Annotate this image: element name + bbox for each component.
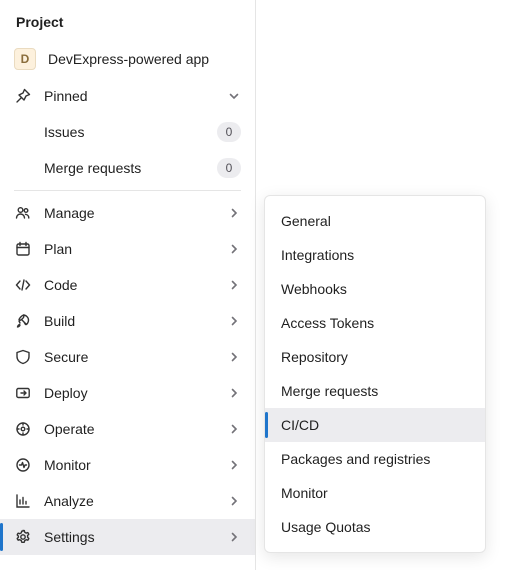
code-icon (14, 276, 32, 294)
nav-label: Settings (44, 529, 215, 545)
flyout-item-usage-quotas[interactable]: Usage Quotas (265, 510, 485, 544)
flyout-item-general[interactable]: General (265, 204, 485, 238)
settings-flyout: General Integrations Webhooks Access Tok… (264, 195, 486, 553)
nav-label: Plan (44, 241, 215, 257)
sidebar-item-settings[interactable]: Settings (0, 519, 255, 555)
project-name: DevExpress-powered app (48, 51, 241, 67)
sidebar-item-deploy[interactable]: Deploy (0, 375, 255, 411)
monitor-icon (14, 456, 32, 474)
sidebar-item-build[interactable]: Build (0, 303, 255, 339)
sidebar-item-pinned[interactable]: Pinned (0, 78, 255, 114)
shield-icon (14, 348, 32, 366)
pinned-item-label: Issues (44, 124, 205, 140)
nav-label: Operate (44, 421, 215, 437)
nav-label: Code (44, 277, 215, 293)
sidebar-item-plan[interactable]: Plan (0, 231, 255, 267)
project-selector[interactable]: D DevExpress-powered app (0, 40, 255, 78)
chevron-down-icon (227, 89, 241, 103)
sidebar-heading: Project (0, 10, 255, 40)
pin-icon (14, 87, 32, 105)
gear-icon (14, 528, 32, 546)
pinned-label: Pinned (44, 88, 215, 104)
count-badge: 0 (217, 122, 241, 142)
chevron-right-icon (227, 494, 241, 508)
nav-label: Build (44, 313, 215, 329)
flyout-item-access-tokens[interactable]: Access Tokens (265, 306, 485, 340)
sidebar-item-manage[interactable]: Manage (0, 195, 255, 231)
chevron-right-icon (227, 206, 241, 220)
sidebar-item-monitor[interactable]: Monitor (0, 447, 255, 483)
sidebar-divider (14, 190, 241, 191)
chevron-right-icon (227, 422, 241, 436)
chevron-right-icon (227, 242, 241, 256)
nav-label: Manage (44, 205, 215, 221)
count-badge: 0 (217, 158, 241, 178)
project-avatar: D (14, 48, 36, 70)
project-sidebar: Project D DevExpress-powered app Pinned … (0, 0, 256, 570)
chevron-right-icon (227, 314, 241, 328)
flyout-item-packages[interactable]: Packages and registries (265, 442, 485, 476)
deploy-icon (14, 384, 32, 402)
sidebar-item-secure[interactable]: Secure (0, 339, 255, 375)
flyout-item-integrations[interactable]: Integrations (265, 238, 485, 272)
chevron-right-icon (227, 278, 241, 292)
users-icon (14, 204, 32, 222)
chevron-right-icon (227, 350, 241, 364)
chevron-right-icon (227, 386, 241, 400)
nav-label: Monitor (44, 457, 215, 473)
chevron-right-icon (227, 458, 241, 472)
nav-label: Secure (44, 349, 215, 365)
flyout-item-monitor[interactable]: Monitor (265, 476, 485, 510)
sidebar-item-analyze[interactable]: Analyze (0, 483, 255, 519)
calendar-icon (14, 240, 32, 258)
nav-label: Deploy (44, 385, 215, 401)
flyout-item-webhooks[interactable]: Webhooks (265, 272, 485, 306)
nav-label: Analyze (44, 493, 215, 509)
flyout-item-cicd[interactable]: CI/CD (265, 408, 485, 442)
pinned-item-issues[interactable]: Issues 0 (0, 114, 255, 150)
flyout-item-repository[interactable]: Repository (265, 340, 485, 374)
flyout-item-merge-requests[interactable]: Merge requests (265, 374, 485, 408)
operate-icon (14, 420, 32, 438)
rocket-icon (14, 312, 32, 330)
chevron-right-icon (227, 530, 241, 544)
sidebar-item-operate[interactable]: Operate (0, 411, 255, 447)
sidebar-item-code[interactable]: Code (0, 267, 255, 303)
chart-icon (14, 492, 32, 510)
pinned-item-merge-requests[interactable]: Merge requests 0 (0, 150, 255, 186)
pinned-item-label: Merge requests (44, 160, 205, 176)
